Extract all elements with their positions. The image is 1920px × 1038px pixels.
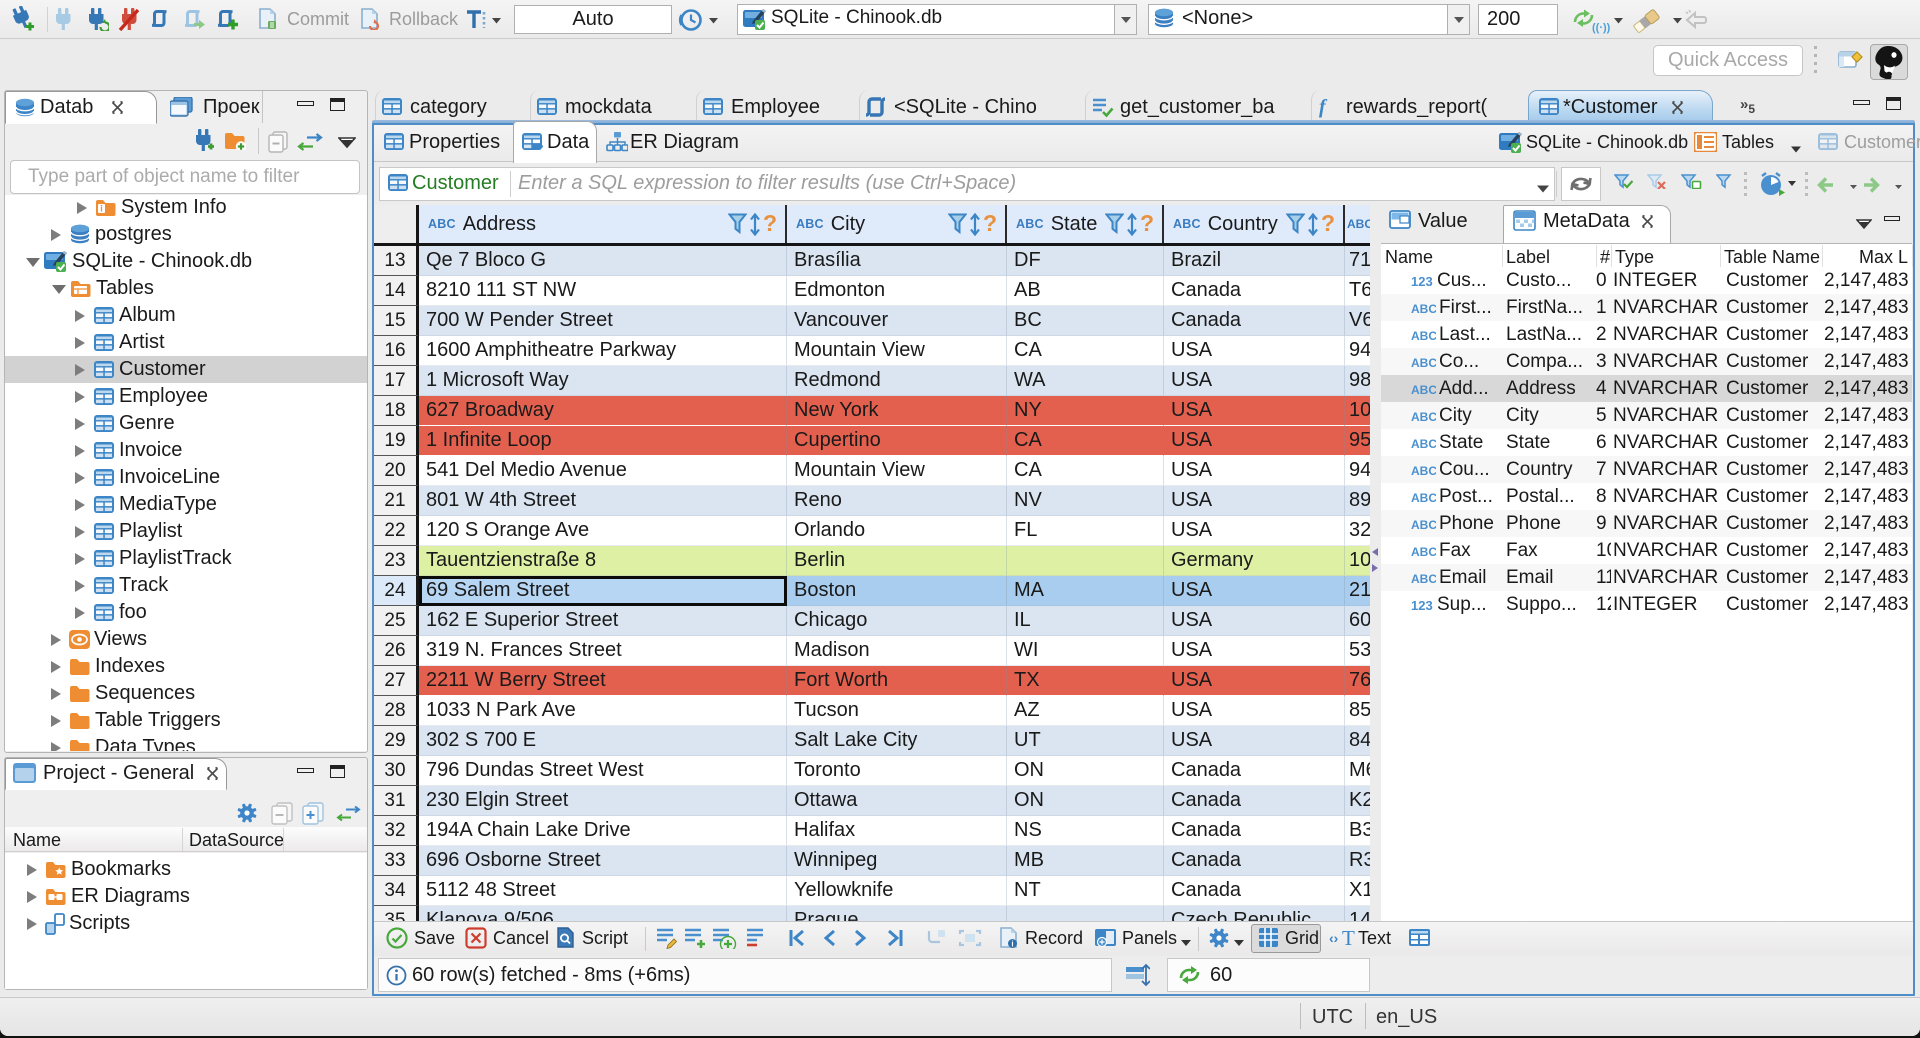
svg-text:((·)): ((·)) xyxy=(1592,22,1611,34)
svg-text:<>: <> xyxy=(533,142,543,152)
svg-text:ABC: ABC xyxy=(1411,437,1436,450)
svg-text:ABC: ABC xyxy=(1411,491,1436,504)
svg-text:ABC: ABC xyxy=(1411,383,1436,396)
svg-text:ABC: ABC xyxy=(1411,410,1436,423)
svg-text:ABC: ABC xyxy=(1411,572,1436,585)
svg-text:ABC: ABC xyxy=(1411,329,1436,342)
svg-text:ABC: ABC xyxy=(1411,545,1436,558)
svg-text:123: 123 xyxy=(1411,274,1433,288)
svg-text:T: T xyxy=(1342,927,1355,949)
svg-text:‹›: ‹› xyxy=(1329,930,1339,946)
svg-text:f: f xyxy=(1319,96,1328,118)
svg-text:i: i xyxy=(1011,940,1013,949)
svg-text:123: 123 xyxy=(1411,598,1433,612)
svg-text:ABC: ABC xyxy=(1411,464,1436,477)
svg-text:ABC: ABC xyxy=(1411,302,1436,315)
svg-text:ABC: ABC xyxy=(1411,356,1436,369)
svg-text:ABC: ABC xyxy=(1411,518,1436,531)
svg-text:i: i xyxy=(100,204,103,214)
